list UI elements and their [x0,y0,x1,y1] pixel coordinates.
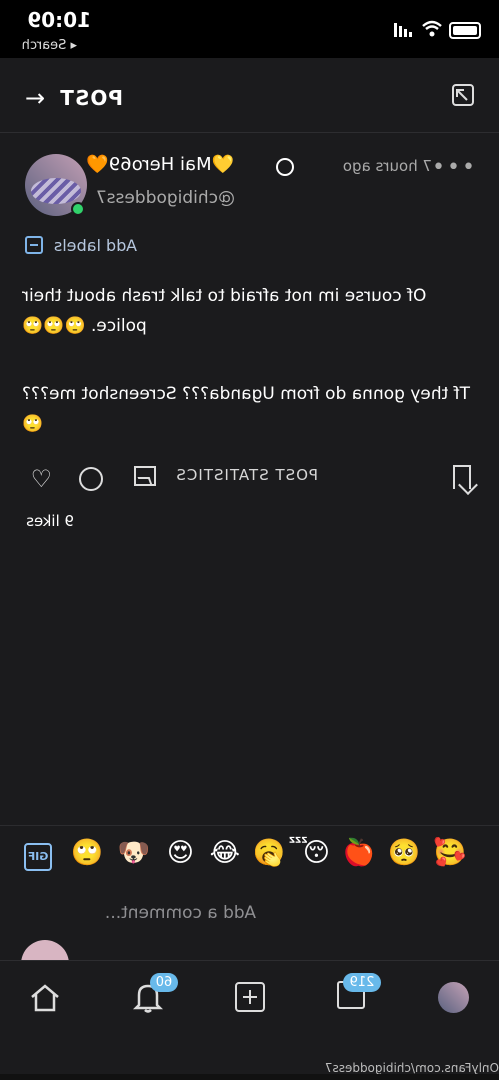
home-icon[interactable] [29,982,61,1014]
notifications-badge: 60 [150,973,178,992]
battery-icon [449,22,481,39]
messages-badge: 219 [343,973,381,992]
watermark-url: OnlyFans.com/chibigoddess7 [324,1061,499,1075]
add-labels-link[interactable]: Add labels [54,236,137,255]
emoji-button[interactable]: 🥰 [434,838,466,868]
emoji-button[interactable]: 😴 [288,838,330,868]
home-indicator [0,1074,499,1080]
post-text: Of course im not afraid to talk trash ab… [22,281,474,477]
gif-button[interactable]: GIF [24,843,52,871]
emoji-button[interactable]: 🐶 [118,838,150,868]
likes-count: 9 likes [26,512,74,530]
heart-icon[interactable]: ♡ [30,465,52,493]
comment-input[interactable]: Add a comment... [105,903,256,923]
post-statistics-link[interactable]: POST STATISTICS [175,466,318,484]
mirrored-screen: 10:09 ◂ Search ← POST 💛Mai Hero69🧡 @chib… [0,0,499,1080]
emoji-button[interactable]: 🥺 [388,838,420,868]
back-to-search[interactable]: ◂ Search [22,38,77,53]
create-post-icon[interactable] [235,982,265,1012]
post-paragraph: Tf they gonna do from Uganda??? Screensh… [22,384,471,434]
creator-display-name[interactable]: 💛Mai Hero69🧡 [86,154,234,175]
page-title: POST [59,86,123,110]
signal-icon [394,23,412,37]
profile-avatar[interactable] [438,982,469,1013]
online-status-dot [71,202,85,216]
verified-icon [276,158,294,176]
image-icon[interactable] [134,466,156,486]
post-paragraph: Of course im not afraid to talk trash ab… [22,286,427,336]
emoji-button[interactable]: 😂 [210,838,240,868]
back-arrow-icon[interactable]: ← [25,84,45,112]
wifi-icon [422,20,442,37]
status-time: 10:09 [27,8,91,32]
creator-username[interactable]: @chibigoddess7 [96,188,235,208]
emoji-button[interactable]: 🥱 [253,838,285,868]
more-options-icon[interactable]: ••• [430,155,475,180]
share-icon[interactable] [449,82,475,108]
emoji-button[interactable]: 😍 [167,838,194,868]
bookmark-icon[interactable] [453,465,471,489]
labels-icon[interactable] [25,236,43,254]
emoji-button[interactable]: 🙄 [71,838,103,868]
post-time: 7 hours ago [342,157,432,175]
comment-icon[interactable] [79,467,103,491]
emoji-button[interactable]: 🍎 [343,838,375,868]
battery-level [453,26,477,35]
